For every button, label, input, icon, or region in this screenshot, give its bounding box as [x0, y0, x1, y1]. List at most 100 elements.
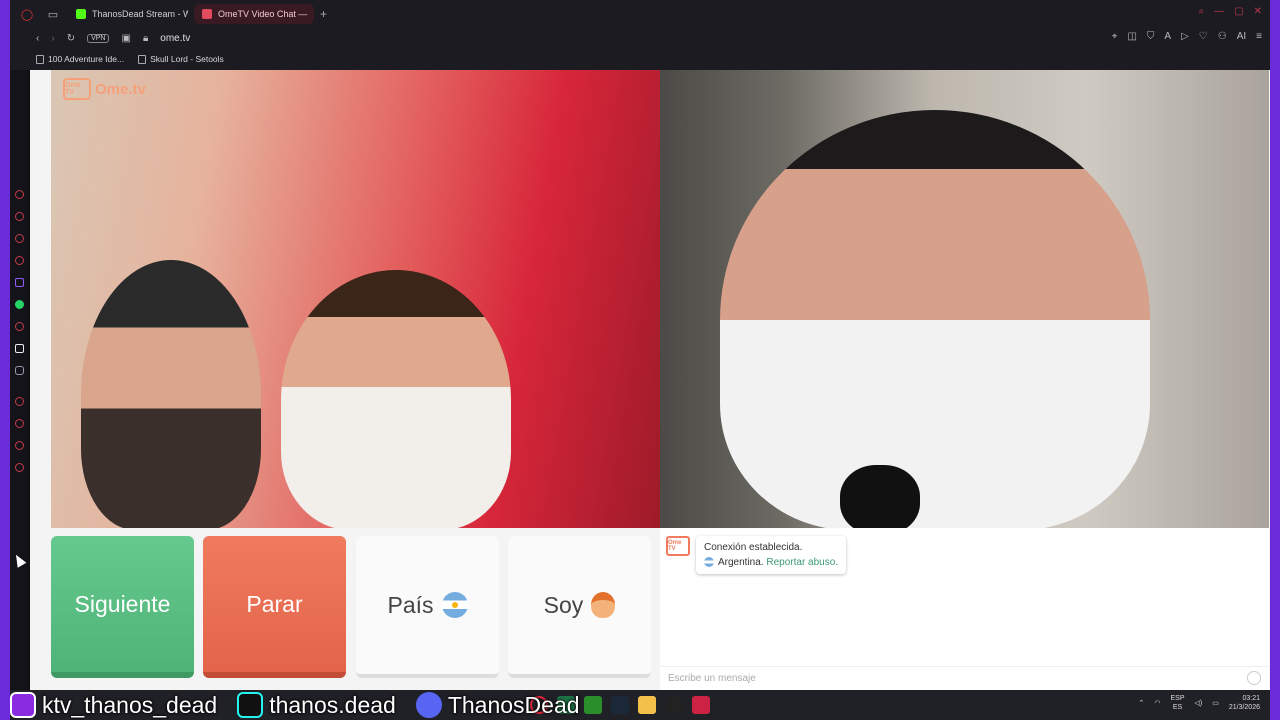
workspace-icon[interactable]: ▭	[44, 5, 62, 23]
page-icon	[138, 54, 147, 64]
settings-icon[interactable]	[14, 463, 24, 472]
tiktok-handle: thanos.dead	[237, 692, 396, 719]
discord-icon[interactable]	[14, 366, 24, 375]
reload-icon[interactable]: ↻	[67, 33, 75, 44]
new-tab-button[interactable]: +	[320, 7, 327, 21]
message-input[interactable]: Escribe un mensaje	[660, 666, 1269, 690]
bookmark-item[interactable]: 100 Adventure Ide...	[36, 54, 124, 64]
menu-icon[interactable]: ≡	[1256, 31, 1262, 42]
heart-icon[interactable]: ♡	[1199, 31, 1208, 42]
own-webcam-video	[660, 70, 1269, 528]
page-icon	[36, 54, 44, 64]
vpn-badge[interactable]: VPN	[87, 33, 110, 43]
app-icon[interactable]	[692, 696, 710, 714]
back-icon[interactable]: ‹	[36, 33, 39, 44]
forward-icon[interactable]: ›	[51, 33, 54, 44]
browser-sidebar	[10, 70, 28, 690]
music-icon[interactable]	[14, 256, 24, 265]
system-message: Ome TV Conexión establecida. Argentina. …	[666, 536, 847, 574]
profile-icon[interactable]: ⚇	[1218, 31, 1227, 42]
pin-icon[interactable]: ⌖	[1112, 31, 1118, 42]
maximize-icon[interactable]: ▢	[1234, 6, 1243, 17]
battery-icon[interactable]: ▭	[1212, 699, 1219, 707]
kick-icon	[10, 692, 36, 718]
ai-button[interactable]: AI	[1237, 31, 1246, 42]
tab-label: ThanosDead Stream - Wa	[92, 9, 188, 19]
gender-label: Soy	[543, 591, 584, 618]
kick-handle: ktv_thanos_dead	[10, 692, 217, 719]
tiktok-handle-text: thanos.dead	[269, 691, 396, 718]
emoji-icon[interactable]	[1247, 671, 1261, 685]
bookmark-label: Skull Lord - Setools	[150, 54, 224, 64]
xbox-icon[interactable]	[584, 696, 602, 714]
discord-handle-text: ThanosDead	[447, 691, 580, 718]
wifi-icon[interactable]: ◠	[1154, 699, 1160, 707]
connection-status: Conexión establecida.	[704, 542, 803, 553]
clock[interactable]: 03:21 21/3/2026	[1229, 694, 1260, 712]
opera-icon[interactable]: ◯	[18, 5, 36, 23]
instagram-icon[interactable]	[14, 322, 24, 331]
ometv-logo[interactable]: Ome TV Ome.tv	[63, 78, 146, 100]
messenger-icon[interactable]	[14, 212, 24, 221]
gender-button[interactable]: Soy	[508, 536, 651, 678]
obs-icon[interactable]	[665, 696, 683, 714]
tab-bar: ◯ ▭ ThanosDead Stream - Wa OmeTV Video C…	[10, 0, 1270, 28]
stranger-person-left	[81, 260, 261, 528]
folder-icon[interactable]	[638, 696, 656, 714]
shield-icon[interactable]: ⛉	[1147, 31, 1155, 42]
boy-avatar-icon	[591, 592, 616, 618]
toolbar-icons: ⌖ ◫ ⛉ A ▷ ♡ ⚇ AI ≡	[1112, 31, 1262, 42]
discord-handle: ThanosDead	[415, 691, 580, 719]
ometv-logo-text: Ome.tv	[95, 80, 146, 98]
message-bubble: Conexión establecida. Argentina. Reporta…	[696, 536, 847, 574]
bookmarks-bar: 100 Adventure Ide... Skull Lord - Setool…	[10, 48, 1270, 70]
camera-icon[interactable]: ▣	[121, 33, 130, 44]
player-icon[interactable]	[14, 397, 24, 406]
system-tray: ⌃ ◠ ESP ES ◁) ▭ 03:21 21/3/2026	[1139, 694, 1261, 712]
kick-handle-text: ktv_thanos_dead	[42, 691, 218, 718]
steam-icon[interactable]	[611, 696, 629, 714]
stranger-video: Ome TV Ome.tv	[51, 70, 660, 528]
volume-icon[interactable]: ◁)	[1195, 699, 1203, 707]
close-icon[interactable]: ✕	[1254, 6, 1262, 17]
address-bar: ‹ › ↻ VPN ▣ 🔒︎ ome.tv ⌖ ◫ ⛉ A ▷ ♡ ⚇ AI ≡	[10, 28, 1270, 48]
streamer-person	[720, 110, 1150, 528]
country-label: País	[387, 591, 434, 618]
clock-time: 03:21	[1242, 695, 1260, 702]
twitch-icon[interactable]	[14, 278, 24, 287]
ometv-icon	[202, 9, 212, 19]
lock-icon: 🔒︎	[142, 32, 149, 44]
stream-overlay: ktv_thanos_dead thanos.dead ThanosDead	[10, 690, 580, 720]
play-icon[interactable]: ▷	[1181, 31, 1189, 42]
language-bottom: ES	[1172, 704, 1183, 711]
clock-date: 21/3/2026	[1228, 704, 1260, 711]
microphone	[840, 465, 920, 528]
translate-icon[interactable]: A	[1164, 31, 1171, 42]
minimize-icon[interactable]: —	[1214, 6, 1224, 17]
language-indicator[interactable]: ESP ES	[1170, 694, 1184, 712]
tab-ometv[interactable]: OmeTV Video Chat —	[194, 4, 314, 24]
kick-icon	[76, 9, 86, 19]
instagram-icon[interactable]	[14, 234, 24, 243]
next-button[interactable]: Siguiente	[51, 536, 194, 678]
language-top: ESP	[1170, 695, 1185, 702]
search-icon[interactable]: ⌕	[1199, 6, 1205, 17]
bookmark-item[interactable]: Skull Lord - Setools	[138, 54, 224, 64]
stop-button[interactable]: Parar	[203, 536, 346, 678]
country-button[interactable]: País	[356, 536, 499, 678]
snapshot-icon[interactable]: ◫	[1127, 31, 1136, 42]
url-field[interactable]: ome.tv	[160, 33, 190, 44]
argentina-flag-icon	[704, 557, 714, 568]
discord-icon	[415, 692, 442, 718]
whatsapp-icon[interactable]	[14, 300, 24, 309]
extensions-icon[interactable]	[14, 441, 24, 450]
ometv-chat-logo-icon: Ome TV	[666, 536, 690, 556]
history-icon[interactable]	[14, 419, 24, 428]
chevron-up-icon[interactable]: ⌃	[1139, 699, 1145, 707]
report-abuse-link[interactable]: Reportar abuso.	[766, 557, 838, 568]
tab-thanosdead[interactable]: ThanosDead Stream - Wa	[68, 4, 188, 24]
aria-icon[interactable]	[14, 190, 24, 199]
tiktok-icon[interactable]	[14, 344, 24, 353]
bookmark-label: 100 Adventure Ide...	[48, 54, 125, 64]
argentina-flag-icon	[441, 592, 468, 618]
